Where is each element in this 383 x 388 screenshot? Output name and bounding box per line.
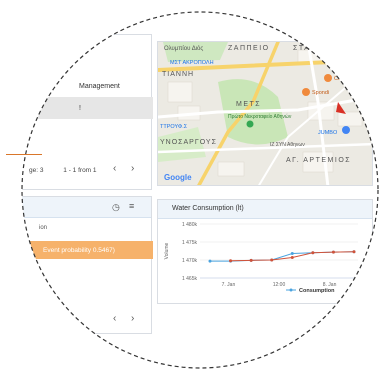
screenshot-stage: Management ! ge: 3 1 - 1 from 1 ‹ › Ολυμ… bbox=[0, 0, 383, 388]
magnifier-outline bbox=[21, 11, 379, 369]
pointer-line bbox=[6, 154, 42, 155]
